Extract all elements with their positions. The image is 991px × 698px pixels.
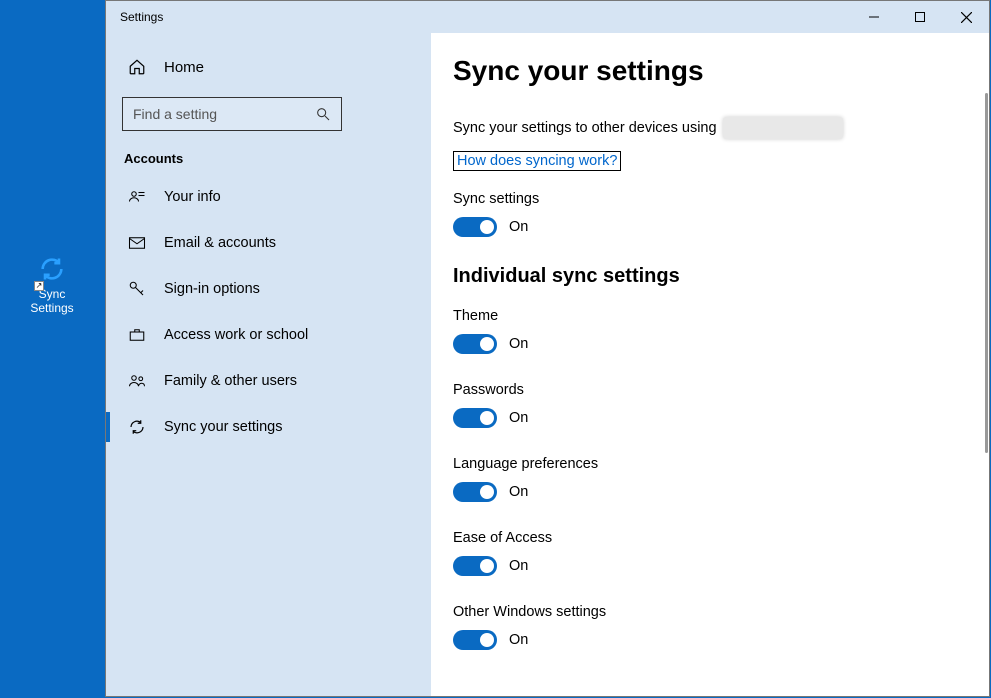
category-heading: Accounts	[106, 147, 431, 174]
window-title: Settings	[106, 10, 851, 24]
theme-label: Theme	[453, 308, 981, 324]
settings-window: Settings Home Find a setting Accounts Yo…	[105, 0, 990, 697]
sync-settings-toggle[interactable]	[453, 217, 497, 237]
toggle-state: On	[509, 632, 528, 648]
other-windows-toggle[interactable]	[453, 630, 497, 650]
sidebar-item-label: Sign-in options	[164, 281, 260, 297]
sidebar-item-sync-settings[interactable]: Sync your settings	[106, 404, 431, 450]
desktop-shortcut-sync-settings[interactable]: ↗ Sync Settings	[18, 255, 86, 315]
close-button[interactable]	[943, 1, 989, 33]
people-icon	[128, 372, 146, 390]
theme-toggle[interactable]	[453, 334, 497, 354]
scrollbar[interactable]	[985, 93, 988, 453]
titlebar[interactable]: Settings	[106, 1, 989, 33]
passwords-label: Passwords	[453, 382, 981, 398]
sidebar-item-your-info[interactable]: Your info	[106, 174, 431, 220]
sync-description: Sync your settings to other devices usin…	[453, 117, 981, 139]
sync-icon	[128, 418, 146, 436]
search-placeholder: Find a setting	[133, 106, 217, 122]
sidebar-item-signin-options[interactable]: Sign-in options	[106, 266, 431, 312]
maximize-button[interactable]	[897, 1, 943, 33]
briefcase-icon	[128, 326, 146, 344]
ease-access-label: Ease of Access	[453, 530, 981, 546]
account-name-redacted	[723, 117, 843, 139]
minimize-button[interactable]	[851, 1, 897, 33]
sync-icon	[18, 255, 86, 283]
sidebar-item-label: Sync your settings	[164, 419, 282, 435]
sidebar-item-label: Family & other users	[164, 373, 297, 389]
search-input[interactable]: Find a setting	[122, 97, 342, 131]
home-icon	[128, 58, 146, 76]
desktop-shortcut-label: Sync Settings	[30, 287, 73, 315]
language-label: Language preferences	[453, 456, 981, 472]
mail-icon	[128, 234, 146, 252]
person-card-icon	[128, 188, 146, 206]
content-pane: Sync your settings Sync your settings to…	[431, 33, 989, 696]
individual-heading: Individual sync settings	[453, 265, 981, 288]
ease-access-toggle[interactable]	[453, 556, 497, 576]
home-label: Home	[164, 59, 204, 76]
desktop-background: ↗ Sync Settings	[0, 0, 105, 698]
page-title: Sync your settings	[453, 55, 981, 87]
sidebar: Home Find a setting Accounts Your info E…	[106, 33, 431, 696]
sidebar-item-label: Access work or school	[164, 327, 308, 343]
search-icon	[315, 106, 331, 122]
sidebar-item-family-users[interactable]: Family & other users	[106, 358, 431, 404]
sidebar-item-email-accounts[interactable]: Email & accounts	[106, 220, 431, 266]
passwords-toggle[interactable]	[453, 408, 497, 428]
sync-settings-label: Sync settings	[453, 191, 981, 207]
key-icon	[128, 280, 146, 298]
language-toggle[interactable]	[453, 482, 497, 502]
toggle-state: On	[509, 484, 528, 500]
sidebar-item-label: Email & accounts	[164, 235, 276, 251]
home-nav[interactable]: Home	[106, 47, 431, 87]
toggle-state: On	[509, 219, 528, 235]
shortcut-arrow-icon: ↗	[34, 281, 44, 291]
toggle-state: On	[509, 558, 528, 574]
other-windows-label: Other Windows settings	[453, 604, 981, 620]
sidebar-item-label: Your info	[164, 189, 221, 205]
sidebar-item-work-school[interactable]: Access work or school	[106, 312, 431, 358]
toggle-state: On	[509, 410, 528, 426]
toggle-state: On	[509, 336, 528, 352]
window-controls	[851, 1, 989, 33]
how-syncing-works-link[interactable]: How does syncing work?	[453, 151, 621, 171]
